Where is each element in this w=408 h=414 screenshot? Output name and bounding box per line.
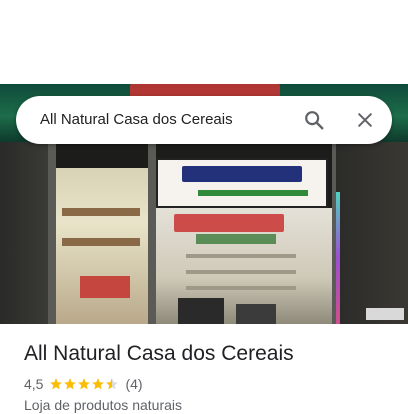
signboard-title-block: [182, 166, 302, 182]
stool: [178, 298, 224, 324]
clear-search-button[interactable]: [349, 104, 381, 136]
window-sublettering: [196, 234, 276, 244]
search-input[interactable]: All Natural Casa dos Cereais: [40, 96, 233, 144]
wall-poster: [366, 308, 404, 320]
storefront-right-wall: [336, 142, 408, 324]
shelf: [62, 208, 140, 216]
rating-stars: [49, 377, 119, 391]
close-icon: [355, 110, 375, 130]
rating-value: 4,5: [24, 376, 44, 392]
search-icon: [303, 109, 325, 131]
star-icon: [49, 377, 63, 391]
star-icon: [91, 377, 105, 391]
storefront-right-window: [156, 208, 334, 324]
search-bar[interactable]: All Natural Casa dos Cereais: [16, 96, 392, 144]
bag: [236, 304, 276, 324]
window-frame: [48, 142, 56, 324]
signboard-subtitle-block: [198, 190, 308, 196]
star-icon: [77, 377, 91, 391]
search-button[interactable]: [298, 104, 330, 136]
storefront-left-window: [52, 168, 150, 324]
shelf-rack: [186, 254, 296, 258]
storefront-signboard: [156, 158, 328, 208]
review-count[interactable]: (4): [125, 376, 142, 392]
star-icon: [63, 377, 77, 391]
rating-row[interactable]: 4,5 (4): [24, 374, 143, 394]
neon-strip: [336, 192, 340, 324]
shelf: [62, 238, 140, 246]
place-title[interactable]: All Natural Casa dos Cereais: [24, 340, 294, 368]
place-category: Loja de produtos naturais: [24, 397, 182, 413]
shelf-rack: [186, 270, 296, 274]
shelf-rack: [186, 286, 296, 290]
display-stand: [80, 276, 130, 298]
window-lettering: [174, 214, 284, 232]
window-frame: [148, 142, 156, 324]
top-blank-area: [0, 0, 408, 84]
storefront-left-wall: [0, 142, 52, 324]
star-half-icon: [105, 377, 119, 391]
